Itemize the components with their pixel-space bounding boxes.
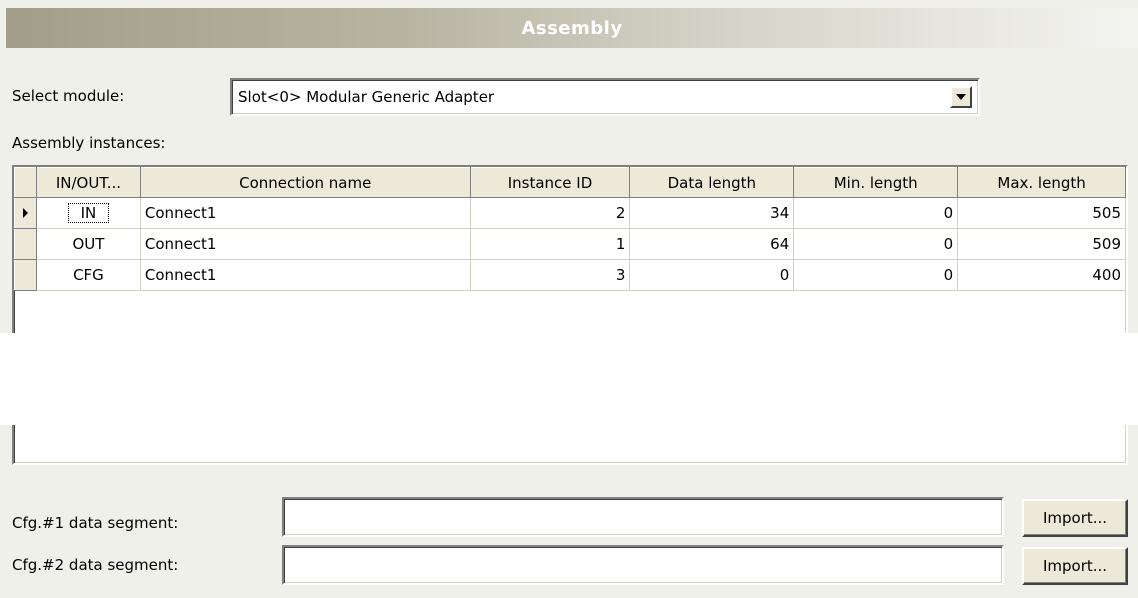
max-length-cell[interactable]: 509 (957, 228, 1126, 260)
column-header-min-length[interactable]: Min. length (793, 167, 959, 198)
cfg1-label: Cfg.#1 data segment: (12, 514, 179, 532)
cfg2-data-segment-input[interactable] (282, 545, 1004, 585)
current-row-pointer-icon (23, 208, 28, 218)
row-selector[interactable] (14, 197, 37, 229)
connection-name-cell[interactable]: Connect1 (140, 259, 471, 291)
cfg1-data-segment-input[interactable] (282, 497, 1004, 537)
io-cell[interactable]: IN (36, 197, 141, 229)
column-header-instance-id[interactable]: Instance ID (469, 167, 631, 198)
select-module-label: Select module: (12, 87, 125, 105)
column-header-connection-name[interactable]: Connection name (139, 167, 471, 198)
panel-title-bar: Assembly (6, 8, 1138, 48)
assembly-instances-label: Assembly instances: (12, 134, 166, 152)
data-length-cell[interactable]: 0 (629, 259, 795, 291)
cfg2-import-button[interactable]: Import... (1022, 547, 1128, 585)
min-length-cell[interactable]: 0 (793, 197, 959, 229)
chevron-down-icon (956, 94, 966, 100)
instance-id-cell[interactable]: 3 (470, 259, 631, 291)
module-select-value: Slot<0> Modular Generic Adapter (238, 88, 495, 106)
blank-area (0, 333, 1138, 425)
max-length-cell[interactable]: 505 (957, 197, 1126, 229)
module-select[interactable]: Slot<0> Modular Generic Adapter (230, 78, 980, 116)
row-indicator-header (14, 167, 37, 198)
cfg2-label: Cfg.#2 data segment: (12, 556, 179, 574)
io-cell[interactable]: OUT (36, 228, 141, 260)
min-length-cell[interactable]: 0 (793, 259, 959, 291)
data-length-cell[interactable]: 34 (629, 197, 795, 229)
instance-id-cell[interactable]: 2 (470, 197, 631, 229)
connection-name-cell[interactable]: Connect1 (140, 197, 471, 229)
row-selector[interactable] (14, 259, 37, 291)
column-header-io[interactable]: IN/OUT... (35, 167, 141, 198)
row-selector[interactable] (14, 228, 37, 260)
table-row[interactable]: OUT Connect1 1 64 0 509 (14, 228, 1126, 260)
data-length-cell[interactable]: 64 (629, 228, 795, 260)
cfg1-import-button[interactable]: Import... (1022, 499, 1128, 537)
instance-id-cell[interactable]: 1 (470, 228, 631, 260)
panel-title: Assembly (521, 17, 623, 39)
table-row[interactable]: CFG Connect1 3 0 0 400 (14, 259, 1126, 291)
column-header-max-length[interactable]: Max. length (957, 167, 1126, 198)
column-header-data-length[interactable]: Data length (629, 167, 795, 198)
table-row[interactable]: IN Connect1 2 34 0 505 (14, 197, 1126, 229)
min-length-cell[interactable]: 0 (793, 228, 959, 260)
connection-name-cell[interactable]: Connect1 (140, 228, 471, 260)
max-length-cell[interactable]: 400 (957, 259, 1126, 291)
io-cell[interactable]: CFG (36, 259, 141, 291)
module-dropdown-button[interactable] (950, 86, 972, 108)
